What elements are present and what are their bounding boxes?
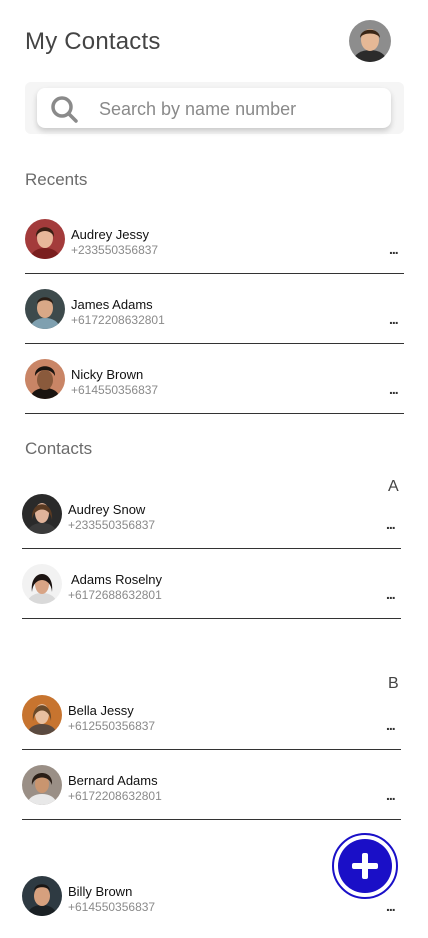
avatar — [22, 765, 62, 805]
list-item[interactable]: Nicky Brown +614550356837 ... — [25, 351, 404, 421]
divider — [25, 413, 404, 414]
list-item[interactable]: Bella Jessy +612550356837 ... — [22, 687, 401, 757]
contact-name: Audrey Jessy — [71, 227, 150, 242]
avatar — [25, 289, 65, 329]
contact-phone: +6172208632801 — [68, 789, 162, 803]
more-options-icon[interactable]: ... — [386, 586, 396, 602]
contact-phone: +614550356837 — [68, 900, 156, 914]
divider — [22, 618, 401, 619]
more-options-icon[interactable]: ... — [389, 381, 399, 397]
recents-heading: Recents — [25, 170, 88, 189]
avatar — [22, 876, 62, 916]
divider — [22, 819, 401, 820]
user-profile-avatar[interactable] — [349, 20, 391, 62]
list-item[interactable]: Audrey Jessy +233550356837 ... — [25, 211, 404, 281]
more-options-icon[interactable]: ... — [386, 516, 396, 532]
more-options-icon[interactable]: ... — [386, 787, 396, 803]
search-input[interactable] — [97, 94, 381, 124]
avatar — [25, 359, 65, 399]
contact-name: Nicky Brown — [71, 367, 144, 382]
more-options-icon[interactable]: ... — [386, 898, 396, 914]
contacts-heading: Contacts — [25, 439, 93, 458]
contact-phone: +233550356837 — [68, 518, 156, 532]
plus-icon — [352, 853, 378, 879]
contact-name: James Adams — [71, 297, 153, 312]
contact-name: Bella Jessy — [68, 703, 134, 718]
more-options-icon[interactable]: ... — [386, 717, 396, 733]
contact-name: Bernard Adams — [68, 773, 158, 788]
contact-phone: +614550356837 — [71, 383, 159, 397]
list-item[interactable]: Adams Roselny +6172688632801 ... — [22, 556, 401, 626]
avatar — [22, 695, 62, 735]
contact-name: Adams Roselny — [71, 572, 163, 587]
more-options-icon[interactable]: ... — [389, 241, 399, 257]
list-item[interactable]: Audrey Snow +233550356837 ... — [22, 486, 401, 556]
contact-name: Billy Brown — [68, 884, 133, 899]
more-options-icon[interactable]: ... — [389, 311, 399, 327]
search-icon — [51, 96, 78, 123]
list-item[interactable]: Bernard Adams +6172208632801 ... — [22, 757, 401, 827]
contact-phone: +6172688632801 — [68, 588, 162, 602]
list-item[interactable]: James Adams +6172208632801 ... — [25, 281, 404, 351]
search-bar-container — [25, 82, 404, 134]
add-contact-button-fill[interactable] — [338, 839, 392, 893]
contact-phone: +6172208632801 — [71, 313, 165, 327]
divider — [25, 343, 404, 344]
search-box[interactable] — [37, 88, 391, 128]
page-title: My Contacts — [25, 28, 161, 55]
add-contact-button[interactable] — [332, 833, 398, 899]
avatar — [22, 494, 62, 534]
divider — [22, 749, 401, 750]
divider — [22, 548, 401, 549]
avatar — [22, 564, 62, 604]
contact-phone: +612550356837 — [68, 719, 156, 733]
contact-name: Audrey Snow — [68, 502, 146, 517]
divider — [25, 273, 404, 274]
contact-phone: +233550356837 — [71, 243, 159, 257]
avatar — [25, 219, 65, 259]
